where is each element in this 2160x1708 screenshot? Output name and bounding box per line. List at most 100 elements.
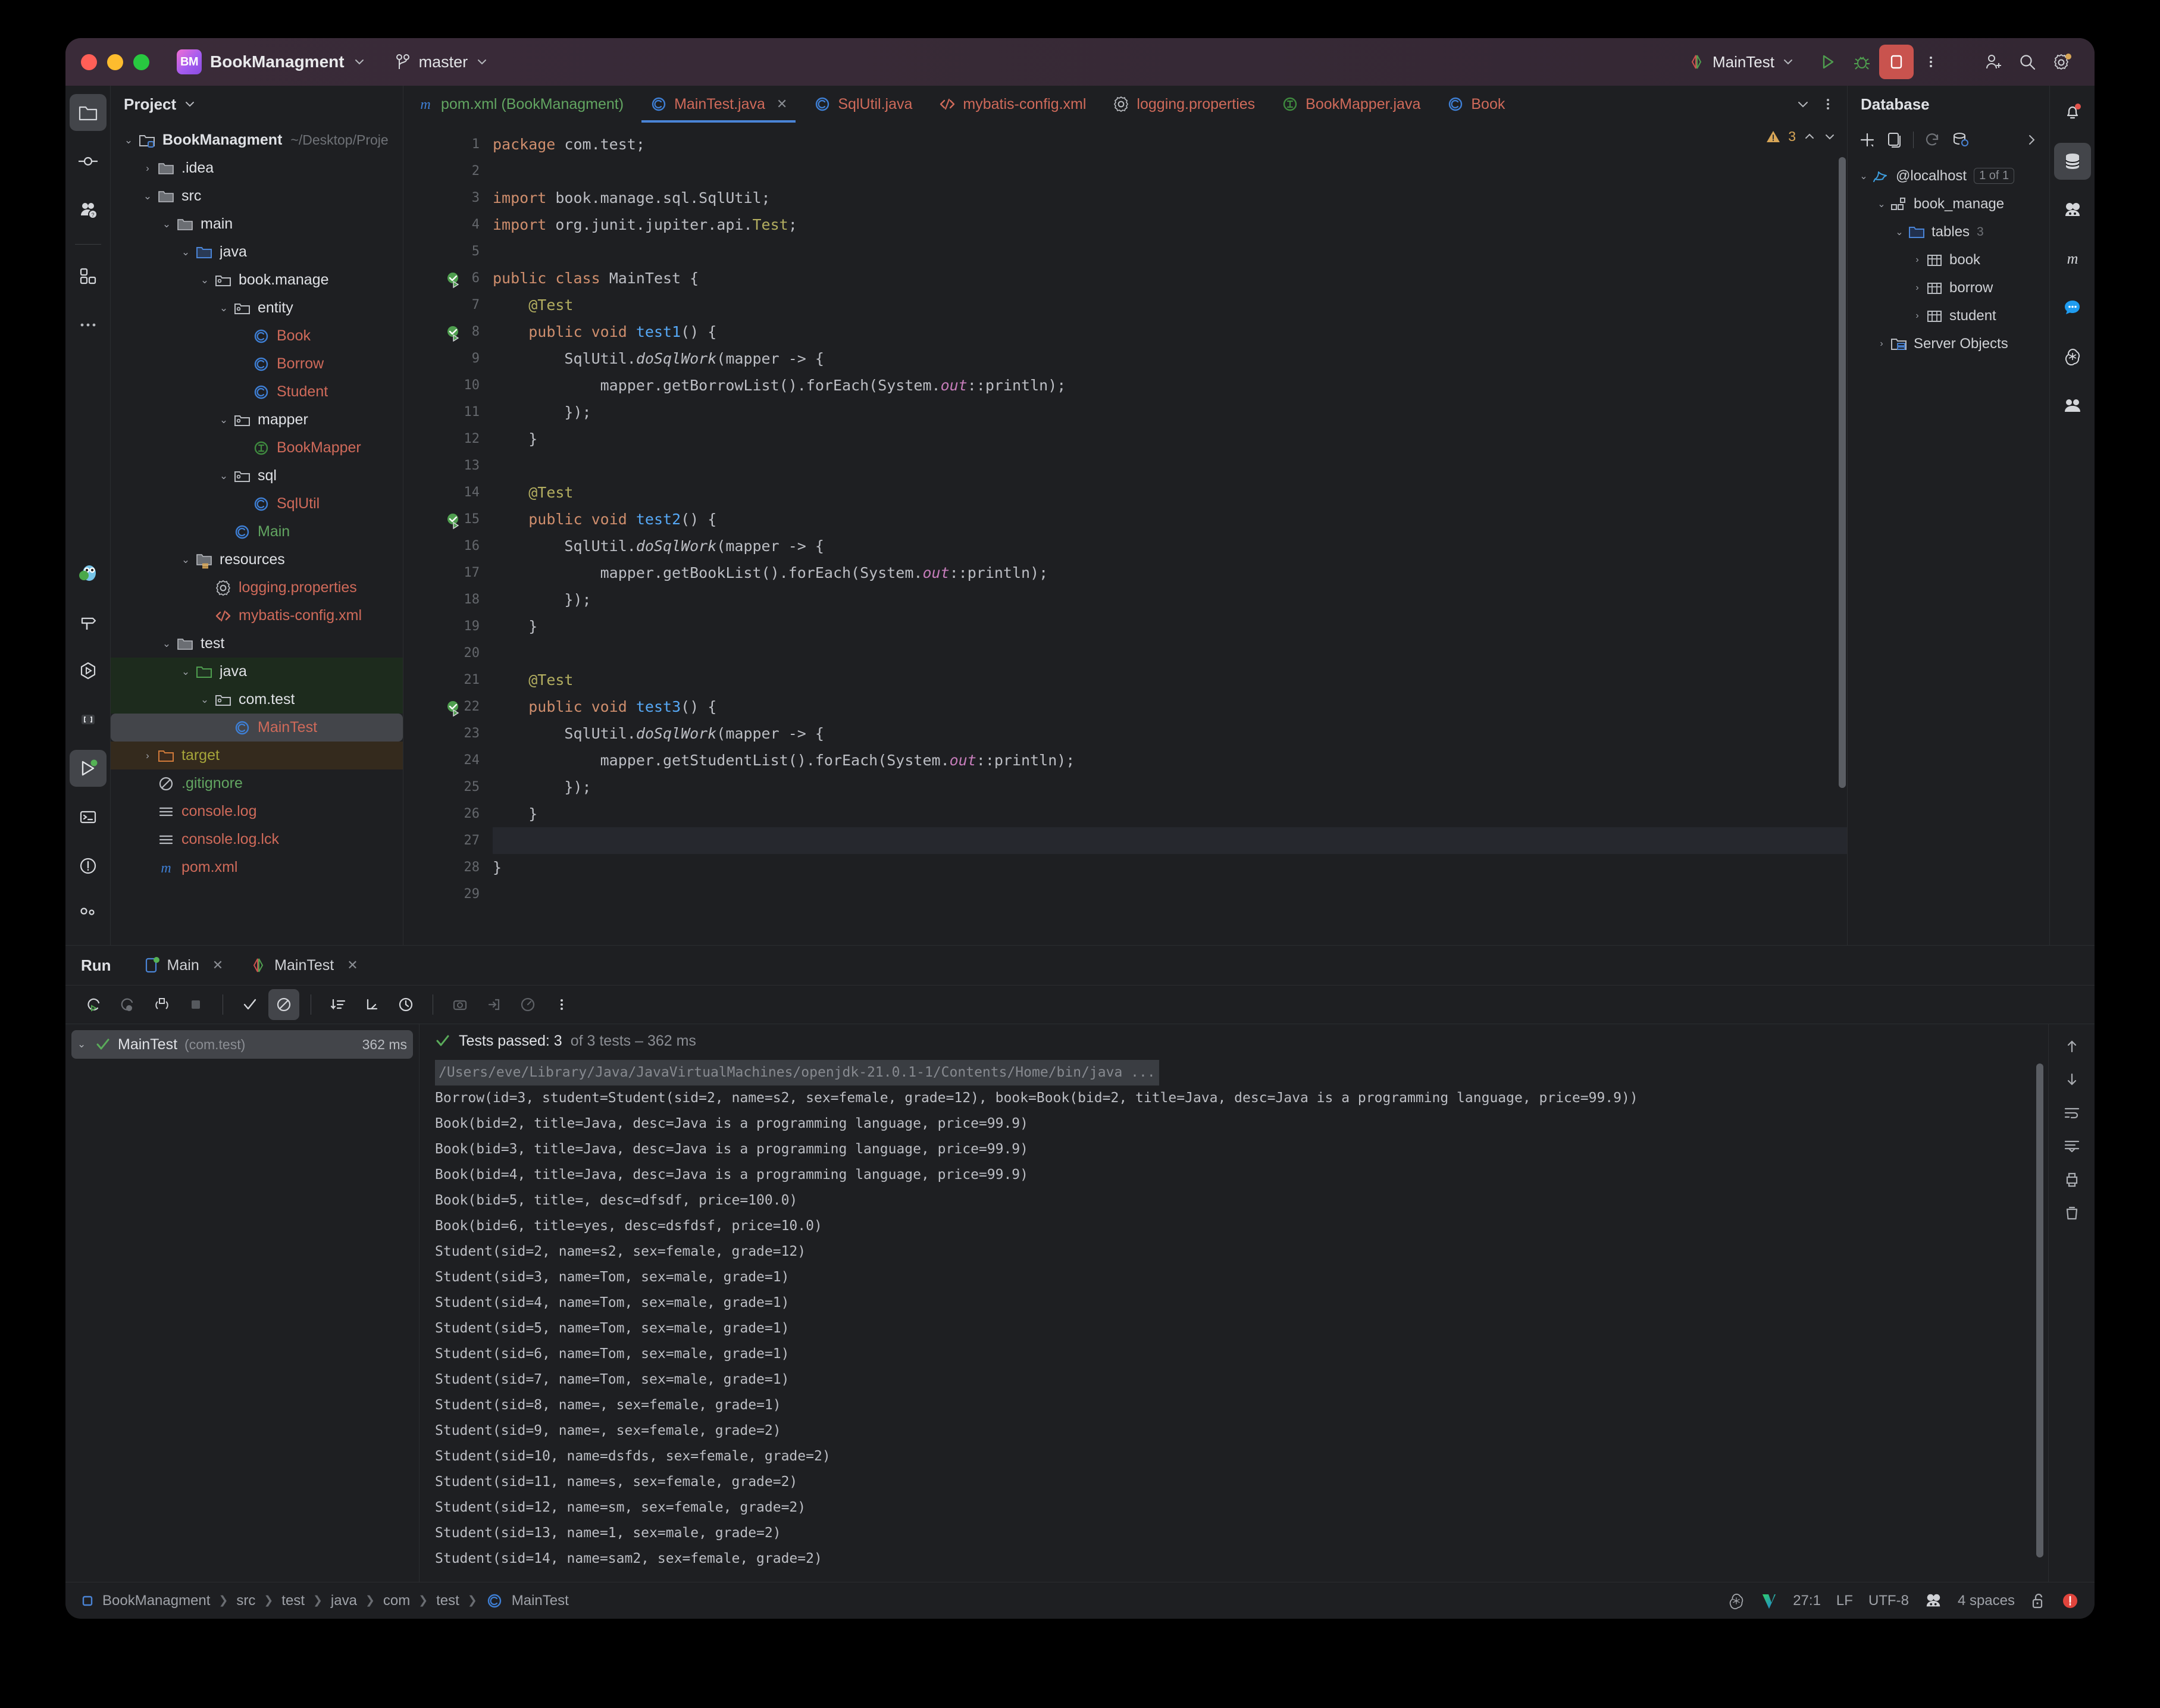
gutter-line[interactable]: 10 — [403, 372, 487, 399]
sort-button[interactable] — [323, 989, 353, 1020]
chevron-down-icon[interactable]: ⌄ — [158, 638, 175, 650]
chevron-right-icon[interactable]: › — [139, 162, 156, 174]
scroll-down-icon[interactable] — [2063, 1071, 2081, 1088]
close-icon[interactable]: ✕ — [212, 958, 223, 973]
code-line[interactable]: mapper.getBorrowList().forEach(System.ou… — [493, 372, 1847, 399]
tree-item-console-log[interactable]: console.log — [111, 797, 403, 825]
gutter-line[interactable]: 19 — [403, 613, 487, 640]
soft-wrap-icon[interactable] — [2063, 1104, 2081, 1122]
history-button[interactable] — [390, 989, 421, 1020]
gutter-line[interactable]: 18 — [403, 586, 487, 613]
gutter-line[interactable]: 26 — [403, 800, 487, 827]
code-editor[interactable]: 1 2 3 4 5 6 7 8 9 10 11 12 13 14 15 16 17 18 19 20 21 22 23 24 2… — [403, 123, 1847, 945]
code-line[interactable]: SqlUtil.doSqlWork(mapper -> { — [493, 345, 1847, 372]
console-output[interactable]: /Users/eve/Library/Java/JavaVirtualMachi… — [420, 1058, 2048, 1582]
chevron-down-icon[interactable]: ⌄ — [196, 694, 213, 706]
sidebar-item-run[interactable] — [69, 750, 107, 787]
minimize-window-button[interactable] — [107, 54, 123, 70]
gutter-line[interactable]: 9 — [403, 345, 487, 372]
chevron-down-icon[interactable] — [1823, 130, 1836, 143]
duplicate-icon[interactable] — [1887, 132, 1902, 148]
test-passed-run-icon[interactable] — [445, 324, 461, 342]
code-line[interactable]: import book.manage.sql.SqlUtil; — [493, 184, 1847, 211]
gutter-line[interactable]: 28 — [403, 854, 487, 881]
test-passed-run-icon[interactable] — [445, 271, 461, 288]
tree-item-mybatis-config-xml[interactable]: mybatis-config.xml — [111, 602, 403, 630]
close-window-button[interactable] — [81, 54, 97, 70]
chevron-down-icon[interactable]: ⌄ — [215, 470, 232, 482]
sidebar-item-structure[interactable] — [70, 258, 107, 295]
ai-assistant-icon[interactable] — [1924, 1593, 1942, 1609]
code-line[interactable]: @Test — [493, 667, 1847, 693]
chevron-down-icon[interactable]: ⌄ — [77, 1038, 95, 1050]
editor-tab-maintest-java[interactable]: MainTest.java ✕ — [637, 86, 800, 123]
stop-button[interactable] — [180, 989, 211, 1020]
debug-button[interactable] — [1845, 45, 1879, 79]
chevron-down-icon[interactable]: ⌄ — [177, 554, 194, 566]
sidebar-item-owl[interactable] — [70, 555, 107, 592]
gutter-line[interactable]: 15 — [403, 506, 487, 533]
gutter-line[interactable]: 7 — [403, 292, 487, 318]
breadcrumb-item[interactable]: BookManagment — [102, 1593, 210, 1609]
print-icon[interactable] — [2063, 1171, 2081, 1188]
rerun-automatically-button[interactable] — [146, 989, 177, 1020]
gutter-line[interactable]: 2 — [403, 158, 487, 184]
breadcrumb[interactable]: BookManagment ❯ src ❯ test ❯ java ❯ com ❯ test ❯ Mai… — [81, 1592, 569, 1610]
code-line[interactable]: @Test — [493, 292, 1847, 318]
maven-tab-button[interactable]: m — [2054, 240, 2091, 277]
caret-position[interactable]: 27:1 — [1793, 1593, 1821, 1609]
tree-item-main[interactable]: Main — [111, 518, 403, 546]
breadcrumb-item[interactable]: src — [236, 1593, 255, 1609]
chat-button[interactable] — [2054, 289, 2091, 326]
sidebar-item-problems[interactable] — [70, 847, 107, 884]
gutter-line[interactable]: 5 — [403, 238, 487, 265]
tree-item-gitignore[interactable]: .gitignore — [111, 769, 403, 797]
expand-arrow-icon[interactable] — [2024, 133, 2039, 147]
git-branch-selector[interactable]: master — [396, 53, 489, 71]
run-tab-main[interactable]: Main ✕ — [133, 956, 234, 974]
inspection-widget[interactable]: 3 — [1765, 129, 1836, 145]
gutter-line[interactable]: 24 — [403, 747, 487, 774]
db-tree-item-book[interactable]: › book — [1848, 246, 2049, 274]
chevron-down-icon[interactable]: ⌄ — [215, 414, 232, 426]
code-line[interactable] — [493, 640, 1847, 667]
editor-viewport[interactable]: package com.test; import book.manage.sql… — [487, 123, 1847, 945]
tree-item-bookmapper[interactable]: BookMapper — [111, 434, 403, 462]
tree-item-maintest[interactable]: MainTest — [111, 714, 403, 742]
chevron-right-icon[interactable]: › — [1909, 283, 1925, 293]
sidebar-item-project[interactable] — [69, 94, 107, 131]
editor-code[interactable]: package com.test; import book.manage.sql… — [487, 123, 1847, 908]
database-tree[interactable]: ⌄ @localhost 1 of 1 ⌄ book_manage ⌄ tables 3 › bo… — [1848, 157, 2049, 358]
run-tab-maintest[interactable]: MainTest ✕ — [239, 956, 368, 974]
openai-icon[interactable] — [1727, 1592, 1745, 1610]
code-line[interactable]: @Test — [493, 479, 1847, 506]
clear-icon[interactable] — [2063, 1204, 2081, 1222]
tree-item-console-log-lck[interactable]: console.log.lck — [111, 825, 403, 853]
tree-item-mapper[interactable]: ⌄ mapper — [111, 406, 403, 434]
chevron-up-icon[interactable] — [1803, 130, 1816, 143]
indent-setting[interactable]: 4 spaces — [1958, 1593, 2015, 1609]
tree-item-student[interactable]: Student — [111, 378, 403, 406]
sidebar-item-terminal[interactable] — [70, 799, 107, 836]
code-line[interactable]: }); — [493, 774, 1847, 800]
gutter-line[interactable]: 1 — [403, 131, 487, 158]
scroll-up-icon[interactable] — [2063, 1037, 2081, 1055]
test-passed-run-icon[interactable] — [445, 512, 461, 529]
chevron-down-icon[interactable]: ⌄ — [196, 274, 213, 286]
expand-button[interactable] — [356, 989, 387, 1020]
chevron-down-icon[interactable]: ⌄ — [120, 134, 137, 146]
tree-item-src[interactable]: ⌄ src — [111, 182, 403, 210]
code-line[interactable]: } — [493, 426, 1847, 452]
sidebar-item-build[interactable] — [70, 603, 107, 640]
run-button[interactable] — [1810, 45, 1845, 79]
db-tree-item-localhost[interactable]: ⌄ @localhost 1 of 1 — [1848, 162, 2049, 190]
code-line[interactable] — [493, 881, 1847, 908]
code-line[interactable] — [493, 158, 1847, 184]
gutter-line[interactable]: 14 — [403, 479, 487, 506]
chevron-down-icon[interactable]: ⌄ — [1892, 226, 1907, 238]
gutter-line[interactable]: 13 — [403, 452, 487, 479]
code-line[interactable]: } — [493, 613, 1847, 640]
tree-item-test[interactable]: ⌄ test — [111, 630, 403, 658]
chevron-down-icon[interactable]: ⌄ — [158, 218, 175, 230]
code-line[interactable]: public void test1() { — [493, 318, 1847, 345]
